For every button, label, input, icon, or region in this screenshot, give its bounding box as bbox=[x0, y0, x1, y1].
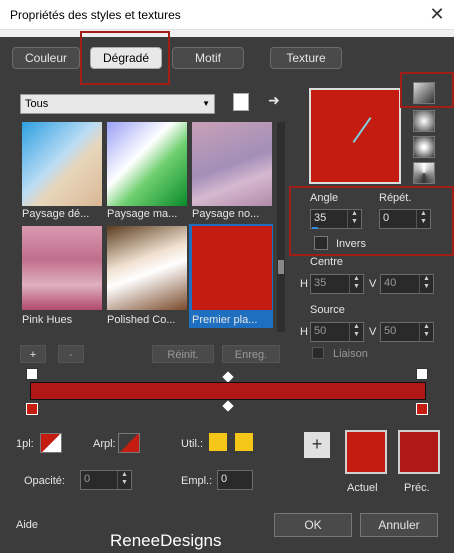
repet-value: 0 bbox=[383, 212, 390, 224]
empl-label: Empl.: bbox=[181, 475, 213, 487]
liaison-checkbox[interactable] bbox=[312, 347, 324, 359]
source-label: Source bbox=[310, 304, 345, 316]
source-v-stepper[interactable]: ▲ ▼ bbox=[419, 323, 433, 341]
repet-stepper[interactable]: ▲ ▼ bbox=[416, 210, 430, 228]
angle-slider[interactable] bbox=[312, 227, 318, 229]
source-h-stepper[interactable]: ▲ ▼ bbox=[349, 323, 363, 341]
help-button[interactable]: Aide bbox=[16, 519, 38, 531]
angle-value: 35 bbox=[314, 212, 327, 224]
stop-marker-top-left[interactable] bbox=[26, 368, 38, 380]
centre-v-stepper[interactable]: ▲ ▼ bbox=[419, 275, 433, 293]
centre-v-value: 40 bbox=[384, 277, 397, 289]
stop-marker-top-right[interactable] bbox=[416, 368, 428, 380]
category-select-value: Tous bbox=[25, 98, 49, 110]
invers-label: Invers bbox=[336, 238, 366, 250]
watermark: ReneeDesigns bbox=[110, 531, 222, 550]
centre-v-label: V bbox=[369, 278, 377, 290]
gradient-thumb[interactable] bbox=[22, 226, 102, 310]
opacite-label: Opacité: bbox=[24, 475, 65, 487]
ipl-label: 1pl: bbox=[16, 438, 34, 450]
linear-style-button[interactable] bbox=[413, 82, 435, 104]
chevron-down-icon: ▼ bbox=[202, 99, 210, 108]
gradient-caption: Paysage dé... bbox=[22, 208, 90, 220]
gradient-thumb[interactable] bbox=[107, 122, 187, 206]
opacite-input[interactable]: 0 ▲ ▼ bbox=[80, 470, 132, 490]
centre-v-input[interactable]: 40 ▲ ▼ bbox=[380, 274, 434, 294]
gradient-caption: Polished Co... bbox=[107, 314, 176, 326]
source-v-label: V bbox=[369, 326, 377, 338]
gradient-preview[interactable] bbox=[309, 88, 401, 184]
current-swatch[interactable] bbox=[345, 430, 387, 474]
util-swatch-2[interactable] bbox=[235, 433, 253, 451]
centre-h-stepper[interactable]: ▲ ▼ bbox=[349, 275, 363, 293]
gradient-editor-bar[interactable] bbox=[30, 382, 426, 400]
source-h-input[interactable]: 50 ▲ ▼ bbox=[310, 322, 364, 342]
centre-h-label: H bbox=[300, 278, 308, 290]
tab-couleur[interactable]: Couleur bbox=[12, 47, 80, 69]
scrollbar[interactable] bbox=[277, 122, 285, 332]
tab-degrade[interactable]: Dégradé bbox=[90, 47, 162, 69]
reinit-button[interactable]: Réinit. bbox=[152, 345, 214, 363]
radial-style-button[interactable] bbox=[413, 136, 435, 158]
scrollbar-thumb[interactable] bbox=[278, 260, 284, 274]
angle-stepper[interactable]: ▲ ▼ bbox=[347, 210, 361, 228]
angle-label: Angle bbox=[310, 192, 339, 204]
title-bar: Propriétés des styles et textures ✕ bbox=[0, 0, 454, 30]
opacite-value: 0 bbox=[84, 473, 91, 485]
gradient-caption: Premier pla... bbox=[192, 314, 258, 326]
close-icon[interactable]: ✕ bbox=[424, 3, 450, 27]
cancel-button[interactable]: Annuler bbox=[360, 513, 438, 537]
gradient-thumb[interactable] bbox=[22, 122, 102, 206]
gradient-grid: Paysage dé... Paysage ma... Paysage no..… bbox=[22, 122, 282, 332]
repet-label: Répét. bbox=[379, 192, 412, 204]
remove-button[interactable]: - bbox=[58, 345, 84, 363]
add-button[interactable]: + bbox=[20, 345, 46, 363]
gradient-caption: Pink Hues bbox=[22, 314, 73, 326]
util-label: Util.: bbox=[181, 438, 203, 450]
angle-handle[interactable] bbox=[352, 117, 372, 143]
window-title: Propriétés des styles et textures bbox=[10, 8, 181, 22]
invers-checkbox[interactable] bbox=[314, 236, 328, 250]
liaison-label: Liaison bbox=[333, 348, 368, 360]
rectangular-style-button[interactable] bbox=[413, 110, 435, 132]
angle-input[interactable]: 35 ▲ ▼ bbox=[310, 209, 362, 229]
save-button[interactable]: Enreg. bbox=[222, 345, 280, 363]
gradient-thumb-selected[interactable] bbox=[192, 226, 272, 310]
prec-label: Préc. bbox=[404, 482, 430, 494]
empl-input[interactable]: 0 bbox=[217, 470, 253, 490]
gradient-caption: Paysage no... bbox=[192, 208, 260, 220]
centre-h-value: 35 bbox=[314, 277, 327, 289]
gradient-thumb[interactable] bbox=[107, 226, 187, 310]
arpl-label: Arpl: bbox=[93, 438, 116, 450]
source-h-value: 50 bbox=[314, 325, 327, 337]
foreground-swatch[interactable] bbox=[40, 433, 62, 453]
stop-marker-bottom-right[interactable] bbox=[416, 403, 428, 415]
centre-h-input[interactable]: 35 ▲ ▼ bbox=[310, 274, 364, 294]
background-swatch[interactable] bbox=[118, 433, 140, 453]
gradient-caption: Paysage ma... bbox=[107, 208, 178, 220]
library-icon[interactable] bbox=[233, 93, 249, 111]
sunburst-style-button[interactable] bbox=[413, 162, 435, 184]
gradient-thumb[interactable] bbox=[192, 122, 272, 206]
centre-label: Centre bbox=[310, 256, 344, 268]
source-v-input[interactable]: 50 ▲ ▼ bbox=[380, 322, 434, 342]
add-to-palette-button[interactable]: + bbox=[304, 432, 330, 458]
category-select[interactable]: Tous ▼ bbox=[20, 94, 215, 114]
ok-button[interactable]: OK bbox=[274, 513, 352, 537]
opacite-stepper[interactable]: ▲ ▼ bbox=[117, 471, 131, 489]
actuel-label: Actuel bbox=[347, 482, 378, 494]
tab-motif[interactable]: Motif bbox=[172, 47, 244, 69]
source-h-label: H bbox=[300, 326, 308, 338]
util-swatch-1[interactable] bbox=[209, 433, 227, 451]
empl-value: 0 bbox=[221, 473, 228, 485]
tab-texture[interactable]: Texture bbox=[270, 47, 342, 69]
stop-marker-bottom-left[interactable] bbox=[26, 403, 38, 415]
previous-swatch[interactable] bbox=[398, 430, 440, 474]
source-v-value: 50 bbox=[384, 325, 397, 337]
arrow-right-icon[interactable]: ➜ bbox=[268, 92, 280, 109]
repet-input[interactable]: 0 ▲ ▼ bbox=[379, 209, 431, 229]
